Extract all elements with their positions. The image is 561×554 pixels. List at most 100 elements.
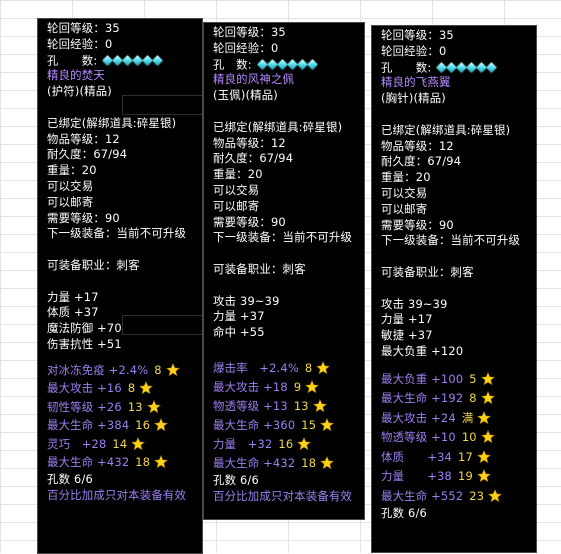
extra-attr-label: 物透等级 +13 — [213, 398, 288, 413]
durability: 耐久度：67/94 — [213, 151, 294, 166]
extra-attr-label: 爆击率 +2.4% — [213, 360, 299, 375]
star-icon — [488, 488, 503, 502]
extra-attr-value: 16 — [278, 436, 294, 451]
extra-attr-label: 体质 +34 — [381, 449, 453, 464]
star-icon — [476, 469, 491, 483]
gem-slots — [436, 60, 497, 76]
extra-attr-value: 16 — [135, 418, 151, 433]
mailable: 可以邮寄 — [381, 201, 428, 216]
extra-attr-value: 8 — [304, 360, 313, 375]
reincarnation-level: 轮回等级：35 — [381, 28, 454, 42]
extra-attr-label: 灵巧 +28 — [47, 436, 107, 451]
reincarnation-level: 轮回等级：35 — [47, 21, 120, 35]
star-icon — [154, 455, 169, 469]
item-type: (护符)(精品) — [47, 84, 112, 99]
base-attr: 攻击 39~39 — [213, 293, 280, 308]
next-equip: 下一级装备：当前不可升级 — [47, 226, 187, 241]
next-equip: 下一级装备：当前不可升级 — [381, 233, 521, 248]
equip-job: 可装备职业：刺客 — [213, 261, 306, 276]
extra-attr-value: 10 — [461, 430, 477, 445]
reincarnation-exp: 轮回经验：0 — [213, 40, 279, 55]
gem-icon — [257, 59, 268, 70]
gem-icon — [152, 55, 163, 66]
required-level: 需要等级：90 — [381, 217, 454, 232]
item-tooltip-panel-2: 轮回等级：35 轮回经验：0 孔 数: 精良的风神之佩 (玉佩)(精品) 已绑定… — [203, 22, 365, 520]
mailable: 可以邮寄 — [47, 194, 94, 209]
gem-icon — [486, 62, 497, 73]
extra-attr-label: 最大攻击 +24 — [381, 410, 456, 425]
extra-attr-label: 最大攻击 +16 — [47, 381, 122, 396]
star-icon — [480, 430, 495, 444]
star-icon — [480, 391, 495, 405]
base-attr: 敏捷 +37 — [381, 328, 433, 343]
reincarnation-level: 轮回等级：35 — [213, 25, 286, 39]
tradable: 可以交易 — [47, 178, 94, 193]
extra-attr-label: 物透等级 +10 — [381, 430, 456, 445]
extra-attr-value: 18 — [135, 455, 151, 470]
weight: 重量：20 — [47, 163, 97, 178]
required-level: 需要等级：90 — [213, 214, 286, 229]
star-icon — [477, 410, 492, 424]
gem-slots — [257, 57, 318, 73]
extra-attr-label: 最大生命 +384 — [47, 418, 130, 433]
extra-attr-value: 5 — [469, 371, 477, 386]
star-icon — [165, 362, 180, 376]
extra-attr-label: 最大攻击 +18 — [213, 379, 288, 394]
footer-note: 百分比加成只对本装备有效 — [47, 487, 187, 502]
mailable: 可以邮寄 — [213, 198, 260, 213]
star-icon — [316, 360, 331, 375]
star-icon — [297, 436, 312, 451]
extra-attr-value: 23 — [469, 488, 485, 503]
holes-label: 孔 数: — [47, 53, 98, 67]
extra-attr-value: 满 — [461, 410, 474, 425]
star-icon — [320, 455, 335, 470]
extra-attr-value: 13 — [293, 398, 309, 413]
star-icon — [131, 436, 146, 450]
extra-attr-value: 15 — [301, 417, 317, 432]
gem-icon — [277, 59, 288, 70]
extra-attr-label: 最大生命 +432 — [213, 455, 296, 470]
holes-label: 孔 数: — [381, 60, 432, 74]
gem-slots — [102, 53, 163, 69]
extra-attr-label: 最大生命 +360 — [213, 417, 296, 432]
extra-attr-label: 最大负重 +100 — [381, 371, 464, 386]
star-icon — [476, 449, 491, 463]
gem-icon — [287, 59, 298, 70]
base-attr: 体质 +37 — [47, 305, 99, 320]
base-attr: 力量 +37 — [213, 309, 265, 324]
equip-job: 可装备职业：刺客 — [47, 257, 140, 272]
tradable: 可以交易 — [381, 185, 428, 200]
extra-attr-value: 17 — [458, 449, 473, 464]
item-level: 物品等级：12 — [47, 131, 120, 146]
footer-note: 百分比加成只对本装备有效 — [213, 488, 353, 503]
reincarnation-exp: 轮回经验：0 — [381, 43, 447, 58]
star-icon — [146, 399, 161, 413]
holes-label: 孔 数: — [213, 57, 252, 71]
item-name: 精良的风神之佩 — [213, 72, 295, 87]
extra-attr-value: 8 — [127, 381, 136, 396]
next-equip: 下一级装备：当前不可升级 — [213, 230, 353, 245]
hole-count: 孔数 6/6 — [381, 506, 427, 521]
base-attr: 命中 +55 — [213, 325, 265, 340]
equip-job: 可装备职业：刺客 — [381, 264, 474, 279]
extra-attr-value: 14 — [112, 436, 128, 451]
item-level: 物品等级：12 — [381, 138, 454, 153]
item-tooltip-panel-1: 轮回等级：35 轮回经验：0 孔 数: 精良的焚天 (护符)(精品) 已绑定(解… — [37, 18, 203, 554]
durability: 耐久度：67/94 — [381, 154, 462, 169]
star-icon — [305, 379, 320, 394]
extra-attr-label: 最大生命 +192 — [381, 391, 464, 406]
extra-attr-label: 力量 +38 — [381, 469, 453, 484]
extra-attr-value: 13 — [127, 399, 143, 414]
base-attr: 魔法防御 +70 — [47, 321, 122, 336]
weight: 重量：20 — [213, 167, 263, 182]
durability: 耐久度：67/94 — [47, 147, 128, 162]
item-type: (玉佩)(精品) — [213, 88, 278, 103]
extra-attr-value: 9 — [293, 379, 302, 394]
star-icon — [154, 418, 169, 432]
reincarnation-exp: 轮回经验：0 — [47, 36, 113, 51]
bound-status: 已绑定(解绑道具:碎星银) — [213, 119, 343, 134]
base-attr: 力量 +17 — [47, 289, 99, 304]
base-attr: 攻击 39~39 — [381, 296, 448, 311]
extra-attr-label: 韧性等级 +26 — [47, 399, 122, 414]
bound-status: 已绑定(解绑道具:碎星银) — [47, 115, 177, 130]
